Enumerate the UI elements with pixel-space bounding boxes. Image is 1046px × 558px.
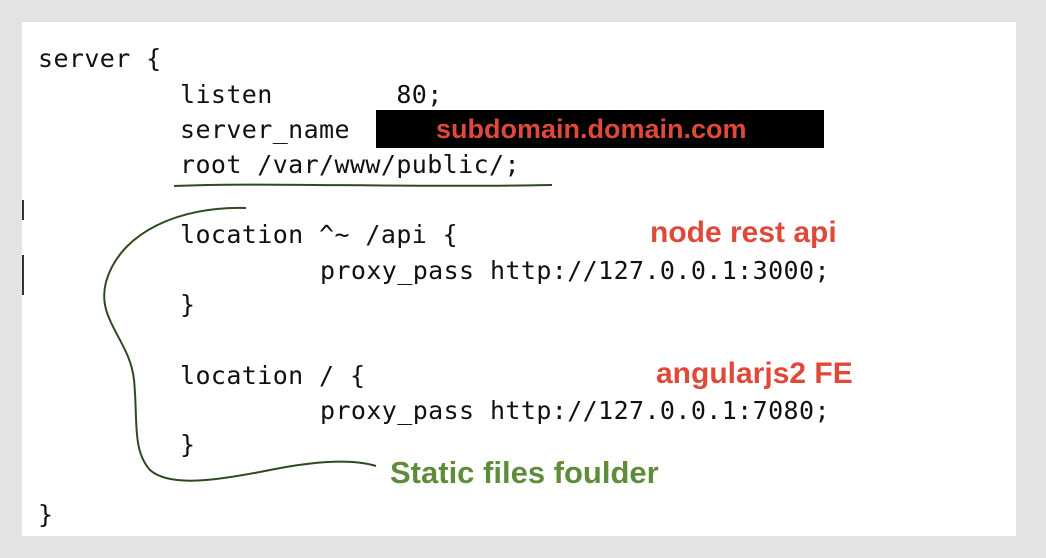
edge-mark (22, 200, 24, 220)
code-line-close-api: } (180, 290, 196, 319)
code-line-location-api: location ^~ /api { (180, 220, 459, 249)
node-api-label: node rest api (650, 216, 837, 249)
code-line-proxy-root: proxy_pass http://127.0.0.1:7080; (320, 396, 830, 425)
code-line-close-root: } (180, 430, 196, 459)
code-line-root: root /var/www/public/; (180, 150, 520, 179)
code-line-server-open: server { (38, 44, 162, 73)
edge-mark (22, 255, 24, 295)
code-line-location-root: location / { (180, 361, 366, 390)
static-files-label: Static files foulder (390, 455, 659, 490)
code-line-proxy-api: proxy_pass http://127.0.0.1:3000; (320, 256, 830, 285)
code-line-server-name: server_name (180, 115, 350, 144)
domain-label: subdomain.domain.com (436, 114, 747, 144)
code-line-listen: listen 80; (180, 80, 443, 109)
code-line-server-close: } (38, 500, 54, 529)
angular-label: angularjs2 FE (656, 357, 853, 390)
